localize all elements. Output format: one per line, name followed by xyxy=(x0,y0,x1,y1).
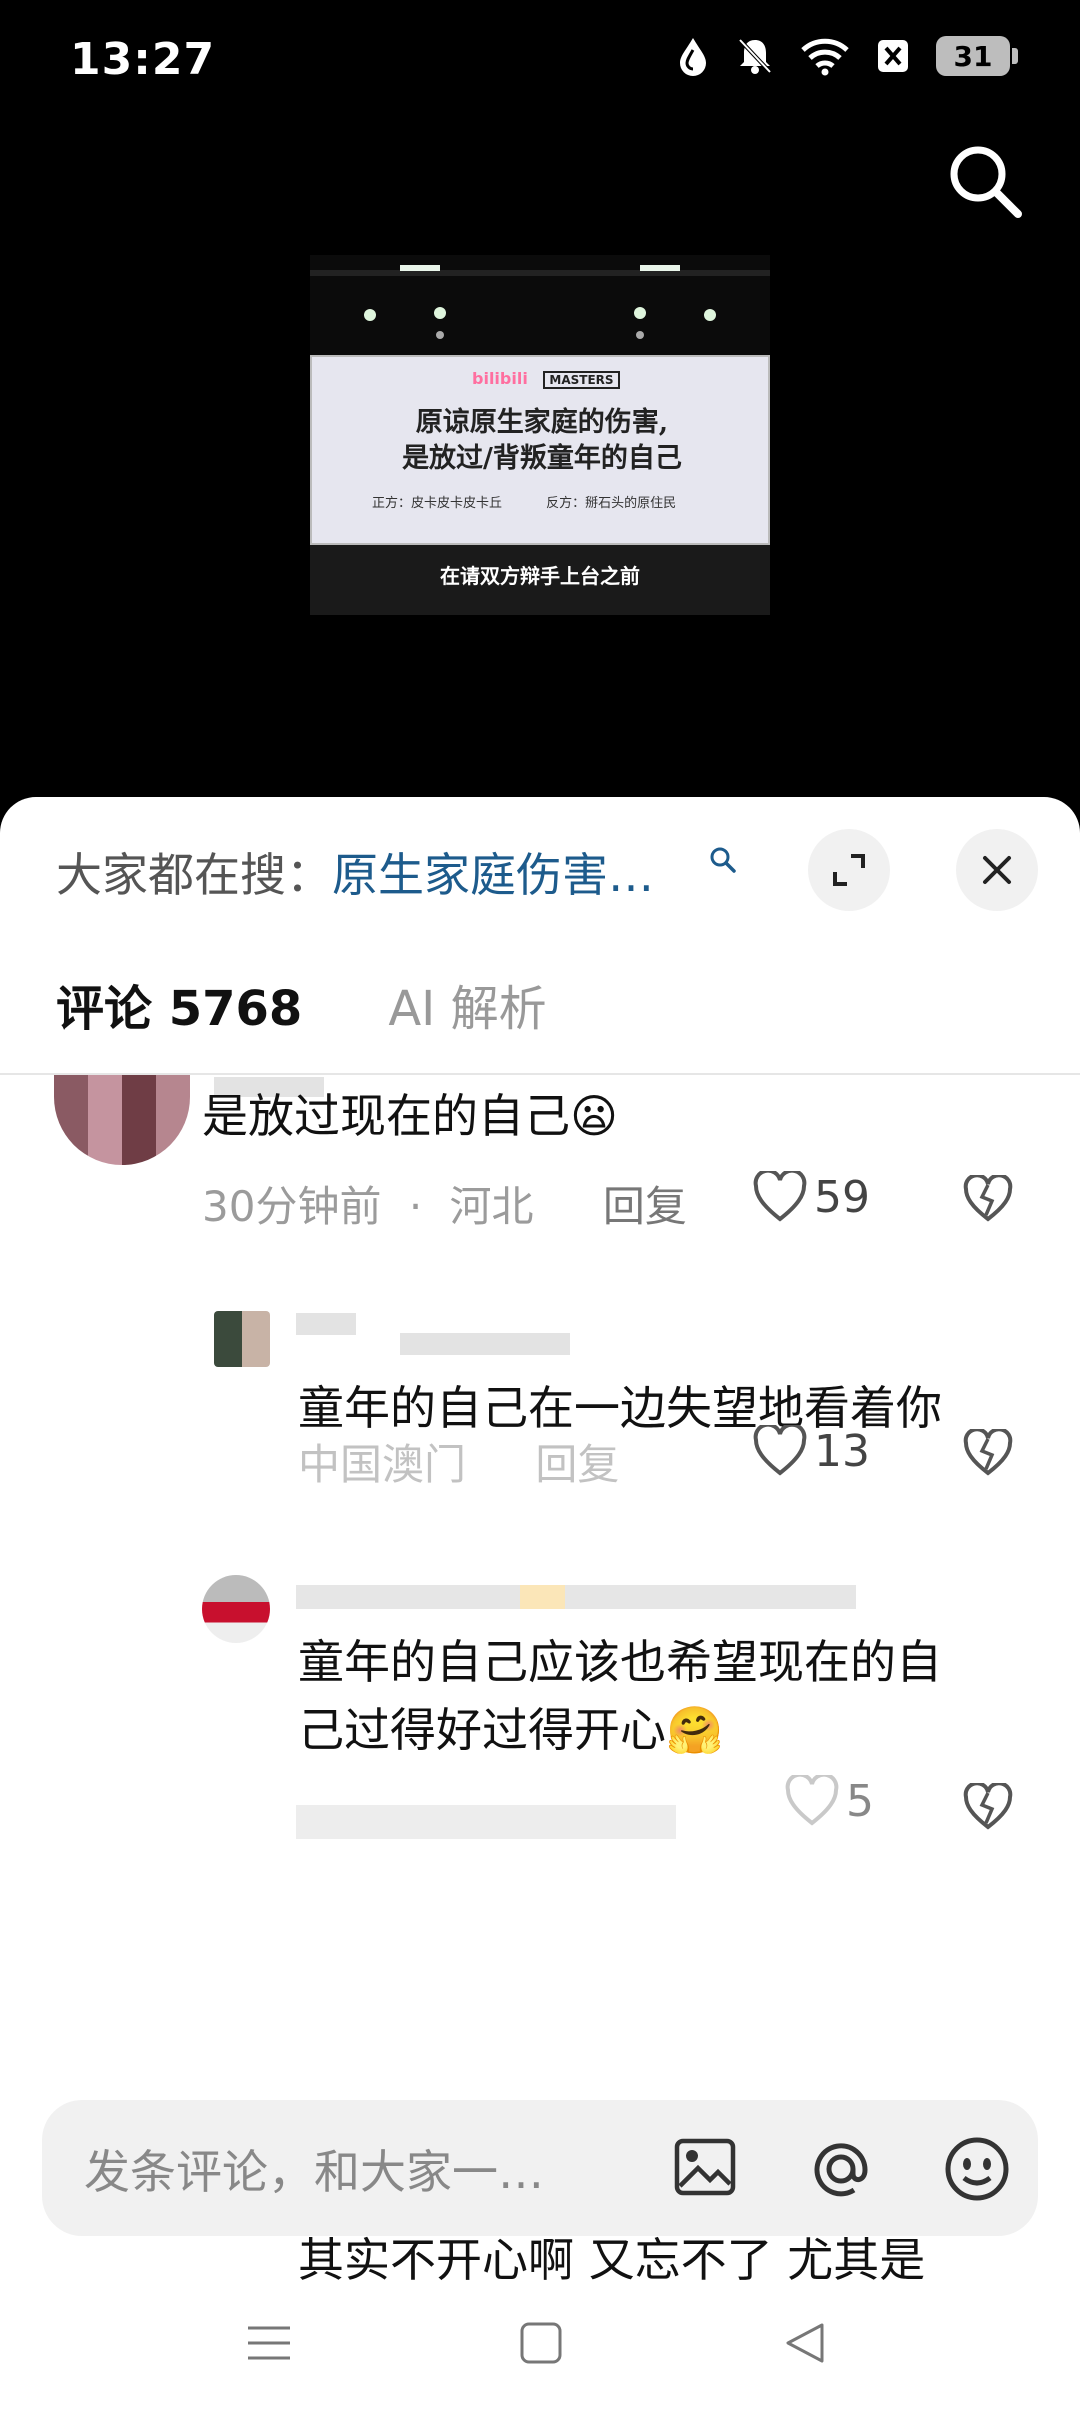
comment-location: 河北 xyxy=(449,1182,534,1231)
screen-sides: 正方：皮卡皮卡皮卡丘 反方：掰石头的原住民 xyxy=(372,492,676,511)
water-drop-icon xyxy=(680,38,706,76)
comment-tabs: 评论 5768 AI 解析 xyxy=(56,969,547,1039)
tab-ai-analysis[interactable]: AI 解析 xyxy=(388,969,546,1039)
reply-button[interactable]: 回复 xyxy=(603,1182,687,1231)
comment-text-line1: 童年的自己应该也希望现在的自 xyxy=(298,1635,942,1689)
status-bar: 13:27 31 xyxy=(0,0,1080,120)
like-button[interactable]: 5 xyxy=(784,1775,874,1827)
search-icon[interactable] xyxy=(946,142,1026,226)
tab-comments[interactable]: 评论 5768 xyxy=(56,969,302,1039)
small-search-icon xyxy=(710,847,736,873)
broken-heart-icon xyxy=(963,1427,1013,1476)
comment-time: 30分钟前 xyxy=(202,1182,382,1231)
masters-logo: MASTERS xyxy=(543,371,620,389)
comment-input[interactable]: 发条评论，和大家一… xyxy=(42,2100,1038,2236)
system-nav-bar xyxy=(0,2290,1080,2412)
debate-screen: bilibili MASTERS 原谅原生家庭的伤害, 是放过/背叛童年的自己 … xyxy=(310,355,770,545)
mute-bell-icon xyxy=(738,38,772,74)
blurred-username xyxy=(296,1585,856,1609)
emoji-button[interactable] xyxy=(942,2134,1012,2208)
battery-indicator: 31 xyxy=(936,36,1018,76)
status-icons: 31 xyxy=(676,36,1018,76)
like-button[interactable]: 13 xyxy=(752,1425,870,1477)
dislike-button[interactable] xyxy=(962,1173,1014,1227)
screen-pro-side: 正方：皮卡皮卡皮卡丘 xyxy=(372,496,503,511)
close-button[interactable] xyxy=(956,829,1038,911)
mention-button[interactable] xyxy=(806,2134,876,2208)
event-logos: bilibili MASTERS xyxy=(472,369,620,389)
menu-nav-button[interactable] xyxy=(246,2320,292,2370)
like-count: 5 xyxy=(846,1775,874,1827)
comment-location: 中国澳门 xyxy=(298,1440,467,1489)
broken-heart-icon xyxy=(963,1781,1013,1830)
back-triangle-icon xyxy=(786,2323,824,2363)
blurred-username xyxy=(296,1313,356,1335)
avatar[interactable] xyxy=(214,1311,270,1367)
expand-button[interactable] xyxy=(808,829,890,911)
image-icon xyxy=(674,2138,736,2196)
at-icon xyxy=(814,2143,868,2197)
back-nav-button[interactable] xyxy=(782,2320,828,2370)
blurred-username xyxy=(400,1333,570,1355)
square-home-icon xyxy=(520,2322,562,2364)
comment-meta: 30分钟前 · 河北 回复 xyxy=(202,1182,687,1231)
blurred-meta xyxy=(296,1805,676,1839)
stage-lights xyxy=(310,265,770,339)
comment-placeholder: 发条评论，和大家一… xyxy=(84,2145,544,2199)
comment-meta: 中国澳门 回复 xyxy=(298,1431,619,1492)
like-button[interactable]: 59 xyxy=(752,1171,870,1223)
expand-icon xyxy=(833,854,865,886)
screen-title-line1: 原谅原生家庭的伤害, xyxy=(415,407,669,438)
avatar[interactable] xyxy=(202,1575,270,1643)
broken-heart-icon xyxy=(963,1173,1013,1222)
reply-button[interactable]: 回复 xyxy=(535,1440,619,1489)
heart-icon xyxy=(753,1425,807,1476)
comment-text: 是放过现在的自己😦 xyxy=(202,1089,618,1143)
heart-icon xyxy=(753,1171,807,1222)
menu-icon xyxy=(248,2326,290,2360)
like-count: 13 xyxy=(814,1425,870,1477)
smiley-icon xyxy=(945,2137,1009,2201)
suggestion-query[interactable]: 原生家庭伤害… xyxy=(332,848,654,902)
video-player[interactable]: bilibili MASTERS 原谅原生家庭的伤害, 是放过/背叛童年的自己 … xyxy=(310,255,770,615)
like-count: 59 xyxy=(814,1171,870,1223)
suggestion-label: 大家都在搜： xyxy=(56,848,332,902)
home-nav-button[interactable] xyxy=(518,2320,564,2370)
sim-off-icon xyxy=(878,40,908,72)
wifi-icon xyxy=(801,38,849,76)
search-suggestion[interactable]: 大家都在搜：原生家庭伤害… xyxy=(56,839,654,905)
video-caption: 在请双方辩手上台之前 xyxy=(440,564,640,588)
bilibili-logo: bilibili xyxy=(472,369,528,388)
close-icon xyxy=(983,856,1011,884)
comments-sheet: 大家都在搜：原生家庭伤害… 评论 5768 AI 解析 是放过现在的自己😦 30… xyxy=(0,797,1080,2412)
heart-icon xyxy=(785,1775,839,1826)
avatar[interactable] xyxy=(54,1075,190,1165)
comment-text-line1: 其实不开心啊 又忘不了 尤其是 xyxy=(298,2233,926,2287)
dislike-button[interactable] xyxy=(962,1781,1014,1835)
image-button[interactable] xyxy=(672,2134,738,2204)
comment-text-line2: 己过得好过得开心🤗 xyxy=(298,1703,724,1757)
screen-title-line2: 是放过/背叛童年的自己 xyxy=(402,443,682,474)
status-time: 13:27 xyxy=(70,34,216,85)
screen-con-side: 反方：掰石头的原住民 xyxy=(546,496,677,511)
dislike-button[interactable] xyxy=(962,1427,1014,1481)
